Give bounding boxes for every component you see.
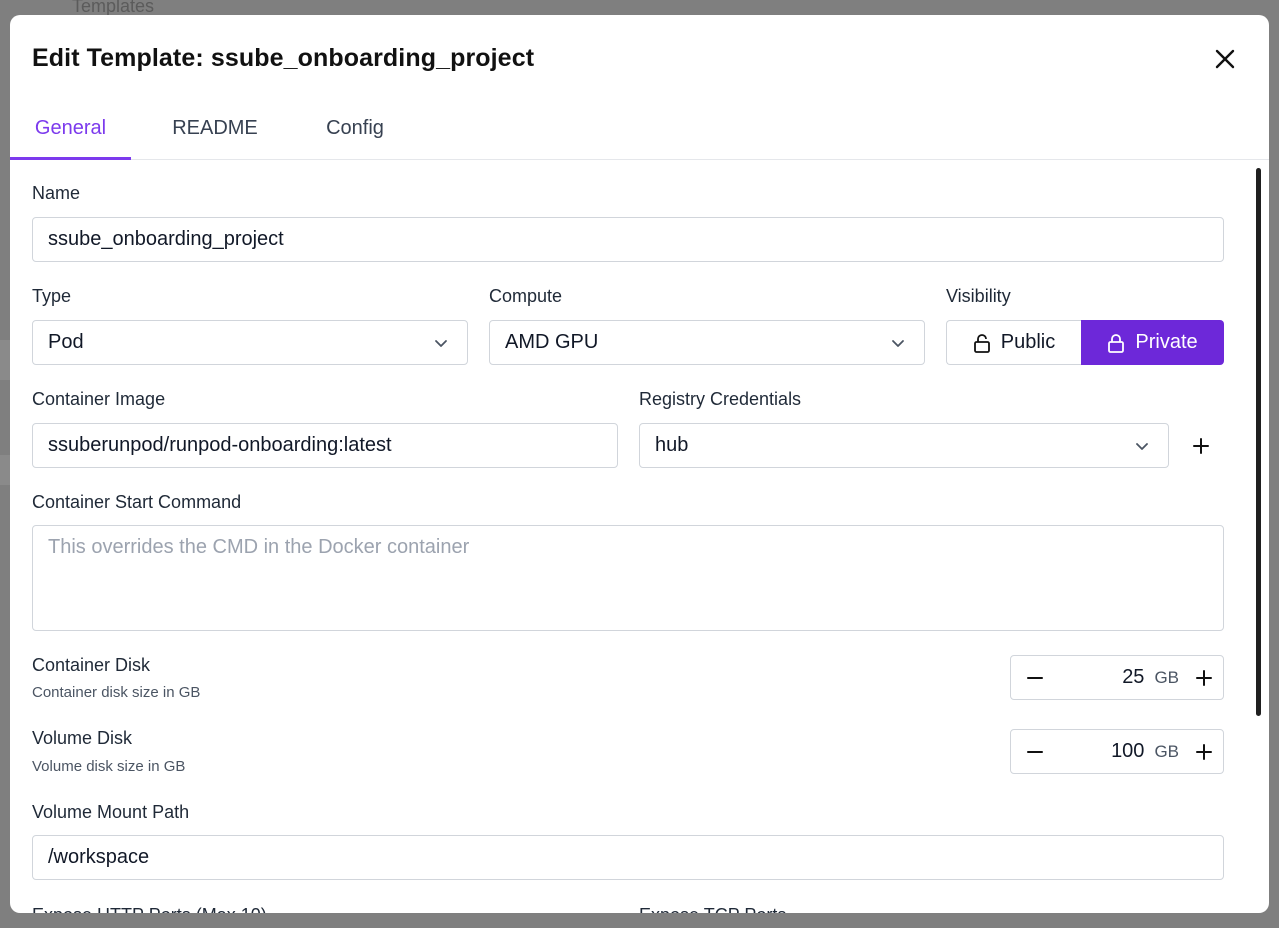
volume-disk-value[interactable]: 100 xyxy=(1059,740,1154,763)
tab-config[interactable]: Config xyxy=(310,111,400,159)
close-button[interactable] xyxy=(1211,45,1239,73)
modal-header: Edit Template: ssube_onboarding_project xyxy=(32,44,1247,76)
start-command-textarea[interactable]: This overrides the CMD in the Docker con… xyxy=(32,525,1224,631)
container-disk-increment-button[interactable] xyxy=(1185,656,1223,699)
visibility-private-button[interactable]: Private xyxy=(1081,320,1224,365)
tcp-ports-label: Expose TCP Ports xyxy=(639,905,786,913)
volume-disk-unit: GB xyxy=(1154,741,1179,761)
modal-title: Edit Template: ssube_onboarding_project xyxy=(32,44,535,72)
start-command-label: Container Start Command xyxy=(32,492,242,512)
visibility-public-label: Public xyxy=(1000,331,1056,353)
add-registry-credential-button[interactable] xyxy=(1189,434,1213,458)
volume-disk-increment-button[interactable] xyxy=(1185,730,1223,773)
tab-general[interactable]: General xyxy=(10,111,131,160)
compute-value: AMD GPU xyxy=(505,331,599,353)
plus-icon xyxy=(1196,669,1212,686)
volume-disk-label: Volume Disk xyxy=(32,728,133,748)
visibility-public-button[interactable]: Public xyxy=(946,320,1081,365)
volume-disk-description: Volume disk size in GB xyxy=(32,758,186,775)
chevron-down-icon xyxy=(435,340,447,347)
volume-disk-stepper: 100 GB xyxy=(1010,729,1224,774)
type-select[interactable]: Pod xyxy=(32,320,468,365)
minus-icon xyxy=(1027,750,1043,753)
type-value: Pod xyxy=(48,331,84,353)
visibility-private-label: Private xyxy=(1135,331,1198,353)
type-label: Type xyxy=(32,286,72,306)
edit-template-modal: Edit Template: ssube_onboarding_project … xyxy=(10,15,1269,913)
registry-credentials-select[interactable]: hub xyxy=(639,423,1169,468)
tab-readme[interactable]: README xyxy=(160,111,270,159)
container-disk-value[interactable]: 25 xyxy=(1059,666,1154,689)
container-image-input[interactable]: ssuberunpod/runpod-onboarding:latest xyxy=(32,423,618,468)
unlock-icon xyxy=(973,333,990,353)
visibility-label: Visibility xyxy=(946,286,1011,306)
scrollbar[interactable] xyxy=(1256,168,1261,716)
registry-credentials-value: hub xyxy=(655,434,689,456)
container-disk-stepper: 25 GB xyxy=(1010,655,1224,700)
volume-mount-path-label: Volume Mount Path xyxy=(32,802,190,822)
compute-label: Compute xyxy=(489,286,563,306)
tab-bar: General README Config xyxy=(10,111,1269,160)
http-ports-label: Expose HTTP Ports (Max 10) xyxy=(32,905,267,913)
container-disk-label: Container Disk xyxy=(32,655,151,675)
volume-disk-decrement-button[interactable] xyxy=(1011,730,1059,773)
name-input[interactable]: ssube_onboarding_project xyxy=(32,217,1224,262)
background-strip xyxy=(0,455,10,485)
container-image-label: Container Image xyxy=(32,389,166,409)
container-disk-description: Container disk size in GB xyxy=(32,684,201,701)
visibility-toggle: Public Private xyxy=(946,320,1224,365)
minus-icon xyxy=(1027,676,1043,679)
close-icon xyxy=(1215,49,1235,69)
registry-credentials-label: Registry Credentials xyxy=(639,389,802,409)
compute-select[interactable]: AMD GPU xyxy=(489,320,925,365)
lock-icon xyxy=(1108,333,1125,353)
name-label: Name xyxy=(32,183,81,203)
plus-icon xyxy=(1196,743,1212,760)
container-disk-unit: GB xyxy=(1154,667,1179,687)
chevron-down-icon xyxy=(892,340,904,347)
volume-mount-path-input[interactable]: /workspace xyxy=(32,835,1224,880)
plus-icon xyxy=(1193,438,1209,454)
container-disk-decrement-button[interactable] xyxy=(1011,656,1059,699)
chevron-down-icon xyxy=(1136,443,1148,450)
background-strip xyxy=(0,340,10,380)
